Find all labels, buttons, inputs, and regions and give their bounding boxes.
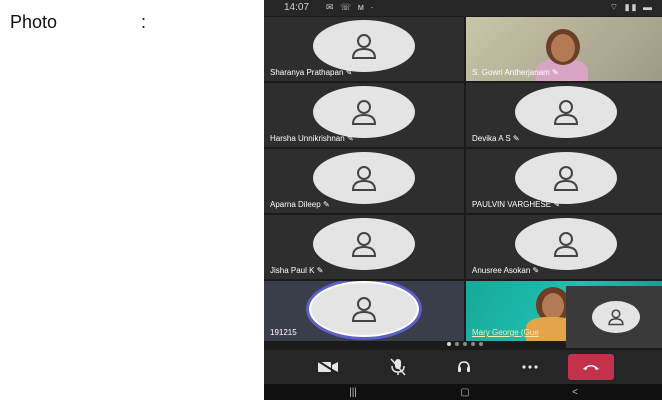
participant-name: Anusree Asokan ✎ (472, 266, 540, 275)
system-status-icons: ⌔ ▮▮ ▬ (609, 2, 654, 12)
page-dot[interactable] (455, 342, 459, 346)
video-person-face (542, 293, 564, 319)
android-navigation-bar: ||| ▢ < (264, 384, 662, 400)
more-icon (522, 365, 538, 369)
person-icon (553, 100, 579, 126)
person-icon (608, 309, 624, 326)
avatar (515, 152, 617, 205)
page-dot[interactable] (463, 342, 467, 346)
avatar (313, 152, 415, 205)
avatar-active-speaker (306, 281, 422, 340)
page-dot[interactable] (471, 342, 475, 346)
person-icon (351, 296, 377, 322)
page-dot[interactable] (479, 342, 483, 346)
person-icon (351, 166, 377, 192)
avatar (515, 218, 617, 271)
participant-tile-devika[interactable]: Devika A S ✎ (466, 83, 662, 147)
hang-up-button[interactable] (568, 354, 614, 380)
avatar (313, 86, 415, 139)
self-avatar (592, 301, 640, 333)
status-bar: 14:07 ✉ ☏ ᴍ · ⌔ ▮▮ ▬ (264, 0, 662, 16)
person-icon (351, 232, 377, 258)
mute-toggle-button[interactable] (378, 356, 418, 378)
participant-name: S. Gowri Antherjanam ✎ (472, 68, 559, 77)
mic-off-icon: ✎ (346, 134, 354, 143)
person-icon (553, 232, 579, 258)
page-indicator (264, 342, 662, 346)
avatar (515, 86, 617, 139)
mic-off-icon: ✎ (553, 200, 561, 209)
participant-name: Mary George (Gue (472, 328, 539, 337)
hang-up-icon (583, 365, 599, 370)
participant-name: Harsha Unnikrishnan ✎ (270, 134, 354, 143)
call-controls-bar (264, 350, 662, 384)
participant-name: Aparna Dileep ✎ (270, 200, 330, 209)
phone-screenshot: 14:07 ✉ ☏ ᴍ · ⌔ ▮▮ ▬ Sharanya Prathapan … (264, 0, 662, 400)
participant-tile-aparna[interactable]: Aparna Dileep ✎ (264, 149, 464, 213)
speaker-icon (458, 361, 470, 372)
participant-tile-jisha[interactable]: Jisha Paul K ✎ (264, 215, 464, 279)
participant-tile-gowri[interactable]: S. Gowri Antherjanam ✎ (466, 17, 662, 81)
recents-button[interactable]: ||| (338, 386, 368, 398)
notification-icons: ✉ ☏ ᴍ · (326, 2, 376, 12)
participant-tile-paulvin[interactable]: PAULVIN VARGHESE ✎ (466, 149, 662, 213)
person-icon (351, 100, 377, 126)
participant-name: PAULVIN VARGHESE ✎ (472, 200, 561, 209)
mic-off-icon: ✎ (512, 134, 520, 143)
mic-off-icon: ✎ (322, 200, 330, 209)
mic-off-icon (390, 358, 406, 376)
mic-off-icon: ✎ (552, 68, 559, 77)
document-colon: : (141, 12, 147, 32)
mic-off-icon: ✎ (532, 266, 540, 275)
participant-name: 191215 (270, 328, 297, 337)
avatar (313, 218, 415, 271)
participant-name: Devika A S ✎ (472, 134, 520, 143)
camera-toggle-button[interactable] (308, 356, 348, 378)
participant-tile-anusree[interactable]: Anusree Asokan ✎ (466, 215, 662, 279)
page-dot[interactable] (447, 342, 451, 346)
participant-name: Sharanya Prathapan ✎ (270, 68, 353, 77)
participant-tile-harsha[interactable]: Harsha Unnikrishnan ✎ (264, 83, 464, 147)
status-time: 14:07 (284, 2, 310, 13)
document-label: Photo (10, 12, 58, 32)
back-button[interactable]: < (560, 386, 590, 398)
audio-output-button[interactable] (444, 356, 484, 378)
self-view-preview[interactable] (566, 286, 662, 348)
more-options-button[interactable] (510, 356, 550, 378)
mic-off-icon: ✎ (316, 266, 324, 275)
home-button[interactable]: ▢ (450, 386, 480, 398)
participant-name: Jisha Paul K ✎ (270, 266, 324, 275)
person-icon (351, 34, 377, 60)
video-person-face (551, 34, 575, 62)
participant-tile-191215[interactable]: 191215 (264, 281, 464, 341)
participant-tile-sharanya[interactable]: Sharanya Prathapan ✎ (264, 17, 464, 81)
mic-off-icon: ✎ (345, 68, 353, 77)
video-camera-icon (317, 360, 338, 374)
avatar (313, 20, 415, 73)
person-icon (553, 166, 579, 192)
